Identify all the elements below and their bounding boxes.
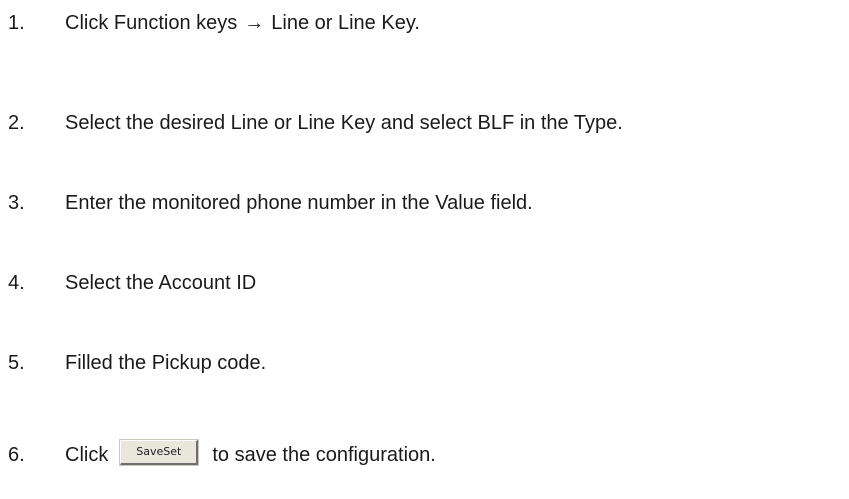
step-number: 1.	[8, 11, 25, 34]
step-text: Enter the monitored phone number in the …	[65, 191, 533, 214]
step-3: 3. Enter the monitored phone number in t…	[8, 188, 533, 218]
step-text-continued: to save the configuration.	[212, 443, 436, 466]
step-number: 6.	[8, 443, 25, 466]
step-text: Filled the Pickup code.	[65, 351, 267, 374]
step-5: 5. Filled the Pickup code.	[8, 348, 266, 378]
step-6: 6. Click SaveSet to save the configurati…	[8, 439, 436, 470]
step-number: 3.	[8, 191, 25, 214]
step-text-continued: Line or Line Key.	[271, 11, 420, 34]
instruction-steps: 1. Click Function keys → Line or Line Ke…	[0, 0, 849, 499]
step-4: 4. Select the Account ID	[8, 268, 256, 298]
step-number: 2.	[8, 111, 25, 134]
right-arrow-icon: →	[244, 11, 265, 34]
step-text: Click Function keys	[65, 11, 238, 34]
step-number: 4.	[8, 271, 25, 294]
step-2: 2. Select the desired Line or Line Key a…	[8, 108, 623, 138]
step-1: 1. Click Function keys → Line or Line Ke…	[8, 8, 420, 38]
saveset-button[interactable]: SaveSet	[120, 439, 199, 465]
step-number: 5.	[8, 351, 25, 374]
step-text: Select the desired Line or Line Key and …	[65, 111, 623, 134]
step-text: Click	[65, 443, 109, 466]
step-text: Select the Account ID	[65, 271, 257, 294]
